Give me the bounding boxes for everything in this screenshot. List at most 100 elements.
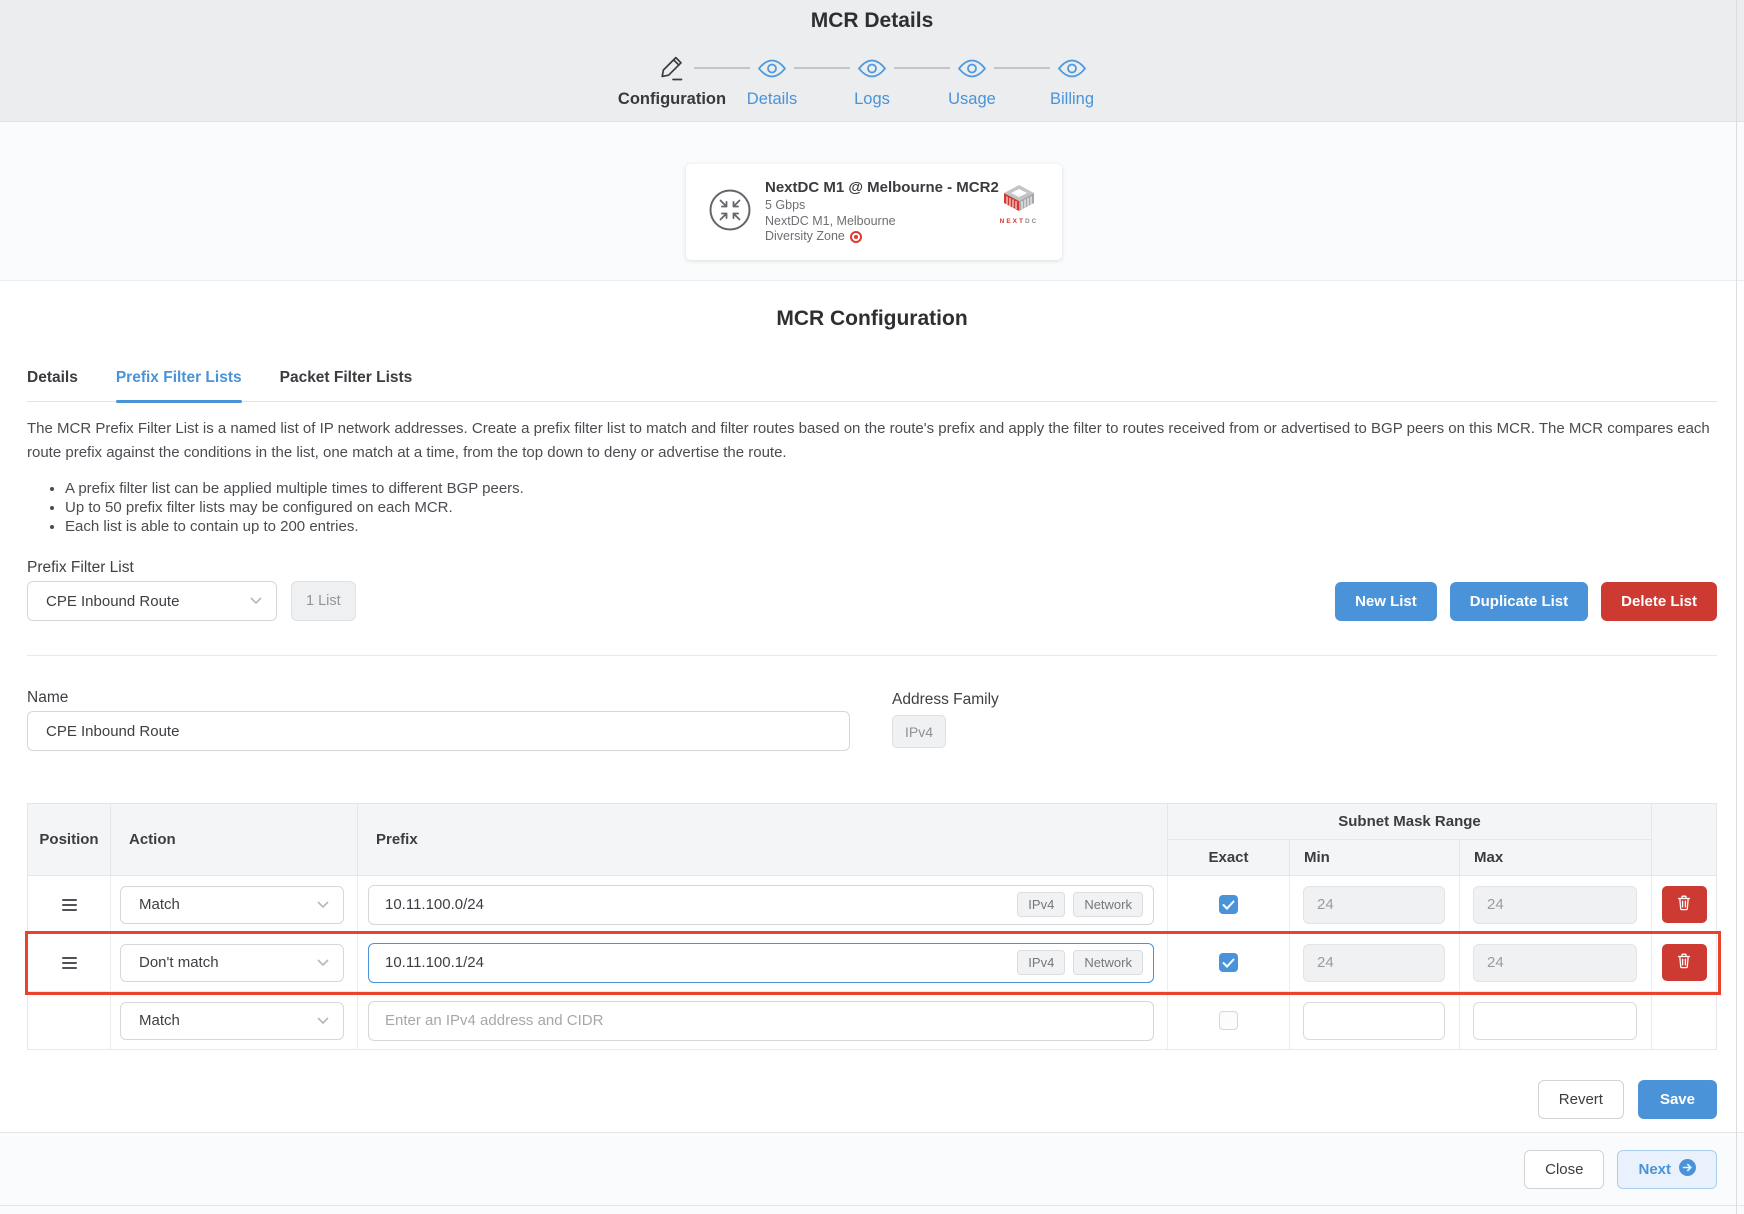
bullet-item: Each list is able to contain up to 200 e… <box>65 517 1717 536</box>
max-input[interactable] <box>1473 1002 1637 1040</box>
min-input[interactable] <box>1303 944 1445 982</box>
max-input[interactable] <box>1473 886 1637 924</box>
chevron-down-icon <box>305 959 329 967</box>
max-input[interactable] <box>1473 944 1637 982</box>
save-button[interactable]: Save <box>1638 1080 1717 1119</box>
col-header-max: Max <box>1460 840 1652 876</box>
eye-icon <box>857 53 887 83</box>
delete-list-button[interactable]: Delete List <box>1601 582 1717 621</box>
description-bullets: A prefix filter list can be applied mult… <box>27 479 1717 536</box>
address-family-badge: IPv4 <box>892 715 946 748</box>
col-header-subnet-mask-range: Subnet Mask Range <box>1168 804 1652 840</box>
list-selector-row: CPE Inbound Route 1 List New List Duplic… <box>27 581 1717 621</box>
mcr-speed: 5 Gbps <box>765 198 999 214</box>
page-footer: Close Next <box>0 1134 1744 1214</box>
step-logs[interactable]: Logs <box>822 53 922 109</box>
step-label: Usage <box>948 90 996 109</box>
col-header-exact: Exact <box>1168 840 1290 876</box>
eye-icon <box>957 53 987 83</box>
action-select[interactable]: Match <box>120 1002 344 1040</box>
mcr-configuration-panel: MCR Configuration Details Prefix Filter … <box>0 280 1744 1133</box>
ipv4-tag: IPv4 <box>1017 892 1065 917</box>
min-input[interactable] <box>1303 886 1445 924</box>
step-label: Configuration <box>618 90 726 109</box>
action-value: Match <box>139 1012 180 1029</box>
prefix-input[interactable]: 10.11.100.1/24 IPv4 Network <box>368 943 1154 983</box>
step-label: Details <box>747 90 797 109</box>
action-select[interactable]: Match <box>120 886 344 924</box>
mcr-router-icon <box>708 188 752 237</box>
new-list-button[interactable]: New List <box>1335 582 1437 621</box>
exact-checkbox[interactable] <box>1219 895 1238 914</box>
delete-row-button[interactable] <box>1662 886 1707 923</box>
exact-checkbox[interactable] <box>1219 1011 1238 1030</box>
prefix-filter-list-label: Prefix Filter List <box>27 559 134 577</box>
pencil-icon <box>659 53 685 83</box>
footer-divider <box>0 1205 1744 1206</box>
mcr-details-header: MCR Details Configuration Details <box>0 0 1744 122</box>
tab-prefix-filter-lists[interactable]: Prefix Filter Lists <box>116 369 242 401</box>
next-button[interactable]: Next <box>1617 1150 1717 1189</box>
table-row: Match 10.11.100.0/24 IPv4 Network <box>28 876 1716 934</box>
tab-packet-filter-lists[interactable]: Packet Filter Lists <box>280 369 413 401</box>
config-tabs: Details Prefix Filter Lists Packet Filte… <box>27 369 1717 402</box>
diversity-zone-label: Diversity Zone <box>765 229 845 245</box>
prefix-value: 10.11.100.1/24 <box>385 954 484 971</box>
mcr-summary-card: NextDC M1 @ Melbourne - MCR2 5 Gbps Next… <box>686 164 1062 260</box>
address-family-label: Address Family <box>892 691 999 709</box>
mcr-location: NextDC M1, Melbourne <box>765 214 999 230</box>
eye-icon <box>1057 53 1087 83</box>
step-details[interactable]: Details <box>722 53 822 109</box>
trash-icon <box>1677 895 1691 914</box>
list-name-input[interactable] <box>27 711 850 751</box>
diversity-zone-icon <box>850 231 862 243</box>
revert-button[interactable]: Revert <box>1538 1080 1624 1119</box>
list-count-badge: 1 List <box>291 581 356 621</box>
bullet-item: Up to 50 prefix filter lists may be conf… <box>65 498 1717 517</box>
duplicate-list-button[interactable]: Duplicate List <box>1450 582 1588 621</box>
nextdc-logo-text: NEXTDC <box>996 218 1042 225</box>
chevron-down-icon <box>305 1017 329 1025</box>
chevron-down-icon <box>238 597 262 605</box>
col-header-action: Action <box>111 804 358 876</box>
network-tag: Network <box>1073 950 1143 975</box>
nextdc-logo: NEXTDC <box>996 184 1042 225</box>
step-configuration[interactable]: Configuration <box>622 53 722 109</box>
step-usage[interactable]: Usage <box>922 53 1022 109</box>
step-label: Logs <box>854 90 890 109</box>
close-button[interactable]: Close <box>1524 1150 1604 1189</box>
action-value: Don't match <box>139 954 219 971</box>
prefix-filter-list-select[interactable]: CPE Inbound Route <box>27 581 277 621</box>
table-row-highlighted: Don't match 10.11.100.1/24 IPv4 Network <box>28 934 1716 992</box>
ipv4-tag: IPv4 <box>1017 950 1065 975</box>
page-title: MCR Details <box>0 0 1744 33</box>
action-select[interactable]: Don't match <box>120 944 344 982</box>
table-header: Position Action Prefix Subnet Mask Range… <box>28 804 1716 876</box>
next-button-label: Next <box>1638 1161 1671 1178</box>
section-divider <box>27 655 1717 656</box>
prefix-filter-description: The MCR Prefix Filter List is a named li… <box>27 417 1717 536</box>
drag-handle-icon[interactable] <box>62 957 77 969</box>
table-row-new-entry: Match <box>28 992 1716 1050</box>
step-label: Billing <box>1050 90 1094 109</box>
col-header-position: Position <box>28 804 111 876</box>
drag-handle-icon[interactable] <box>62 899 77 911</box>
description-paragraph: The MCR Prefix Filter List is a named li… <box>27 417 1717 465</box>
window-edge <box>1736 0 1737 1214</box>
bullet-item: A prefix filter list can be applied mult… <box>65 479 1717 498</box>
mcr-diversity-zone: Diversity Zone <box>765 229 999 245</box>
delete-row-button[interactable] <box>1662 944 1707 981</box>
col-header-prefix: Prefix <box>358 804 1168 876</box>
eye-icon <box>757 53 787 83</box>
prefix-entries-table: Position Action Prefix Subnet Mask Range… <box>27 803 1717 1050</box>
exact-checkbox[interactable] <box>1219 953 1238 972</box>
config-title: MCR Configuration <box>0 307 1744 331</box>
step-billing[interactable]: Billing <box>1022 53 1122 109</box>
prefix-input[interactable]: 10.11.100.0/24 IPv4 Network <box>368 885 1154 925</box>
prefix-input[interactable] <box>368 1001 1154 1041</box>
mcr-title: NextDC M1 @ Melbourne - MCR2 <box>765 180 999 196</box>
prefix-value: 10.11.100.0/24 <box>385 896 484 913</box>
min-input[interactable] <box>1303 1002 1445 1040</box>
chevron-down-icon <box>305 901 329 909</box>
tab-details[interactable]: Details <box>27 369 78 401</box>
